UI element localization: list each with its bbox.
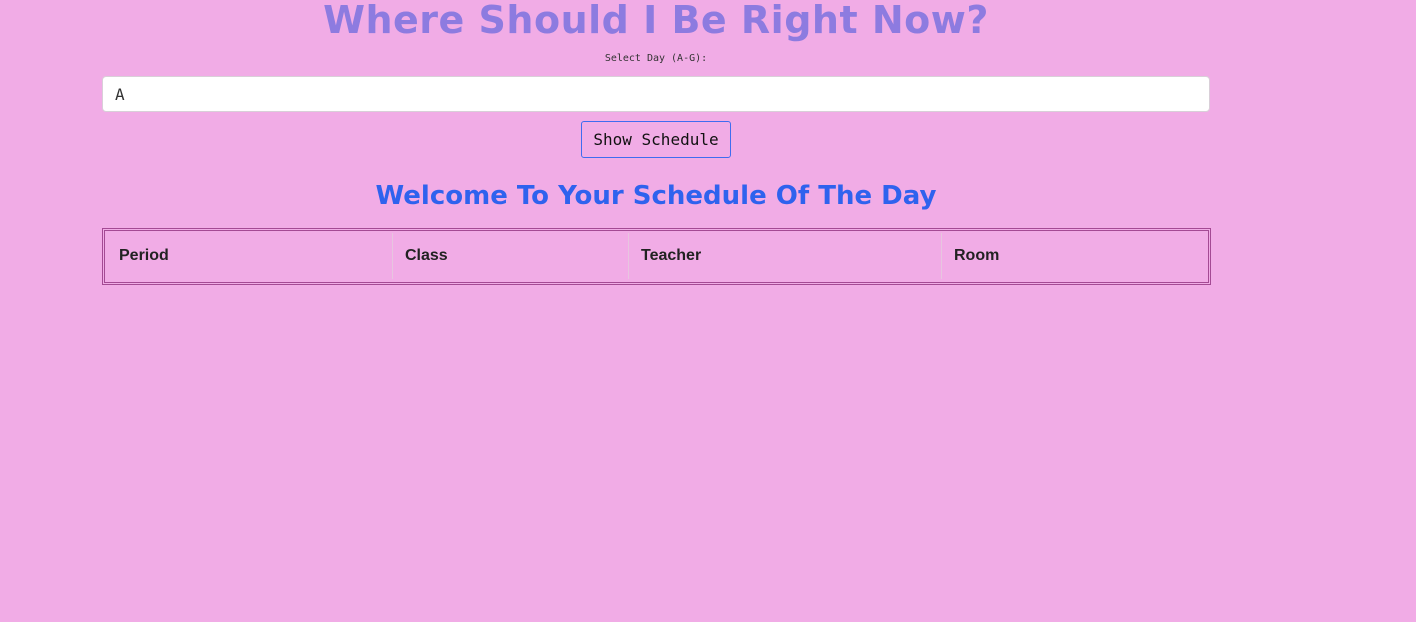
table-header-row: Period Class Teacher Room	[107, 233, 1206, 279]
day-select-label: Select Day (A-G):	[604, 53, 708, 64]
column-header-period: Period	[107, 233, 393, 279]
page: Where Should I Be Right Now? Select Day …	[0, 0, 1416, 622]
schedule-table: Period Class Teacher Room	[102, 228, 1211, 285]
schedule-heading: Welcome To Your Schedule Of The Day	[375, 181, 937, 211]
day-input[interactable]	[102, 76, 1210, 112]
page-title: Where Should I Be Right Now?	[323, 0, 989, 42]
show-schedule-button[interactable]: Show Schedule	[581, 121, 731, 158]
column-header-teacher: Teacher	[629, 233, 942, 279]
column-header-room: Room	[954, 247, 1000, 264]
column-header-class: Class	[393, 233, 629, 279]
schedule-table-body	[107, 279, 1206, 280]
